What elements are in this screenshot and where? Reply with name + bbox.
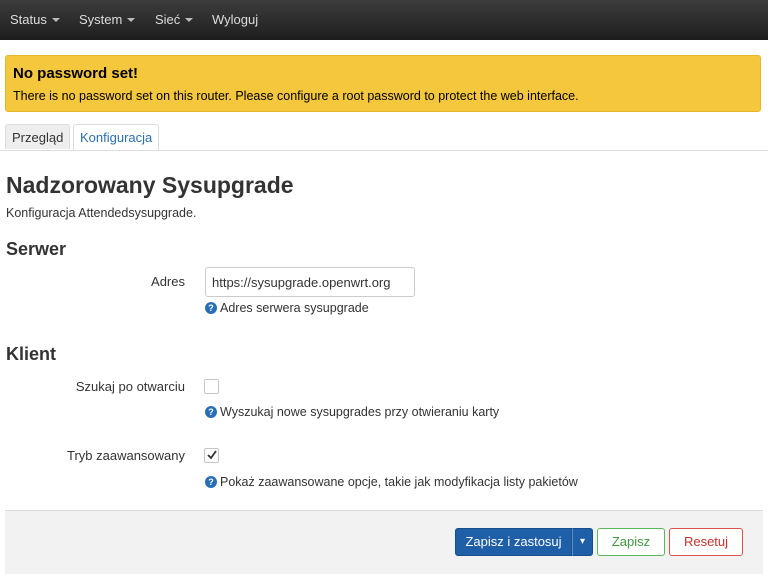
dropdown-caret-icon: ▾ — [579, 536, 586, 547]
tab-bar: Przegląd Konfiguracja — [0, 124, 768, 151]
page-title: Nadzorowany Sysupgrade — [6, 172, 294, 198]
nav-menu-network-label: Sieć — [155, 12, 181, 27]
nav-menu-network[interactable]: Sieć — [155, 0, 194, 40]
save-apply-button[interactable]: Zapisz i zastosuj — [455, 528, 572, 556]
chevron-down-icon — [51, 17, 60, 22]
address-help: ? Adres serwera sysupgrade — [205, 301, 369, 315]
nav-menu-system-label: System — [79, 12, 123, 27]
nav-logout-label: Wyloguj — [212, 12, 259, 27]
search-on-open-label: Szukaj po otwarciu — [75, 379, 185, 394]
advanced-mode-checkbox[interactable] — [204, 448, 219, 463]
chevron-down-icon — [127, 17, 136, 22]
nav-menu-status[interactable]: Status — [10, 0, 60, 40]
section-title-server: Serwer — [6, 239, 67, 259]
reset-button[interactable]: Resetuj — [669, 528, 743, 556]
nav-logout-link[interactable]: Wyloguj — [212, 0, 258, 40]
no-password-alert: No password set! There is no password se… — [5, 55, 761, 112]
tab-overview[interactable]: Przegląd — [5, 124, 71, 149]
top-navbar: Status System Sieć Wyloguj — [0, 0, 768, 40]
nav-menu-status-label: Status — [10, 12, 47, 27]
advanced-mode-help-text: Pokaż zaawansowane opcje, takie jak mody… — [220, 475, 578, 489]
save-button[interactable]: Zapisz — [597, 528, 665, 556]
save-apply-dropdown-button[interactable]: ▾ — [572, 528, 593, 556]
address-label: Adres — [151, 274, 185, 289]
nav-menu-system[interactable]: System — [79, 0, 136, 40]
help-icon: ? — [205, 406, 217, 418]
checkmark-icon — [207, 450, 217, 460]
address-input[interactable] — [205, 267, 415, 297]
section-title-client: Klient — [6, 344, 57, 364]
alert-text: There is no password set on this router.… — [13, 89, 579, 103]
tab-configuration[interactable]: Konfiguracja — [73, 124, 160, 150]
address-help-text: Adres serwera sysupgrade — [220, 301, 369, 315]
help-icon: ? — [205, 302, 217, 314]
page-description: Konfiguracja Attendedsysupgrade. — [6, 206, 197, 220]
advanced-mode-label: Tryb zaawansowany — [66, 448, 185, 463]
advanced-mode-help: ? Pokaż zaawansowane opcje, takie jak mod… — [205, 475, 578, 489]
search-on-open-checkbox[interactable] — [204, 379, 219, 394]
alert-title: No password set! — [13, 65, 139, 82]
search-on-open-help-text: Wyszukaj nowe sysupgrades przy otwierani… — [220, 405, 500, 419]
search-on-open-help: ? Wyszukaj nowe sysupgrades przy otwieran… — [205, 405, 499, 419]
chevron-down-icon — [185, 17, 194, 22]
help-icon: ? — [205, 476, 217, 488]
